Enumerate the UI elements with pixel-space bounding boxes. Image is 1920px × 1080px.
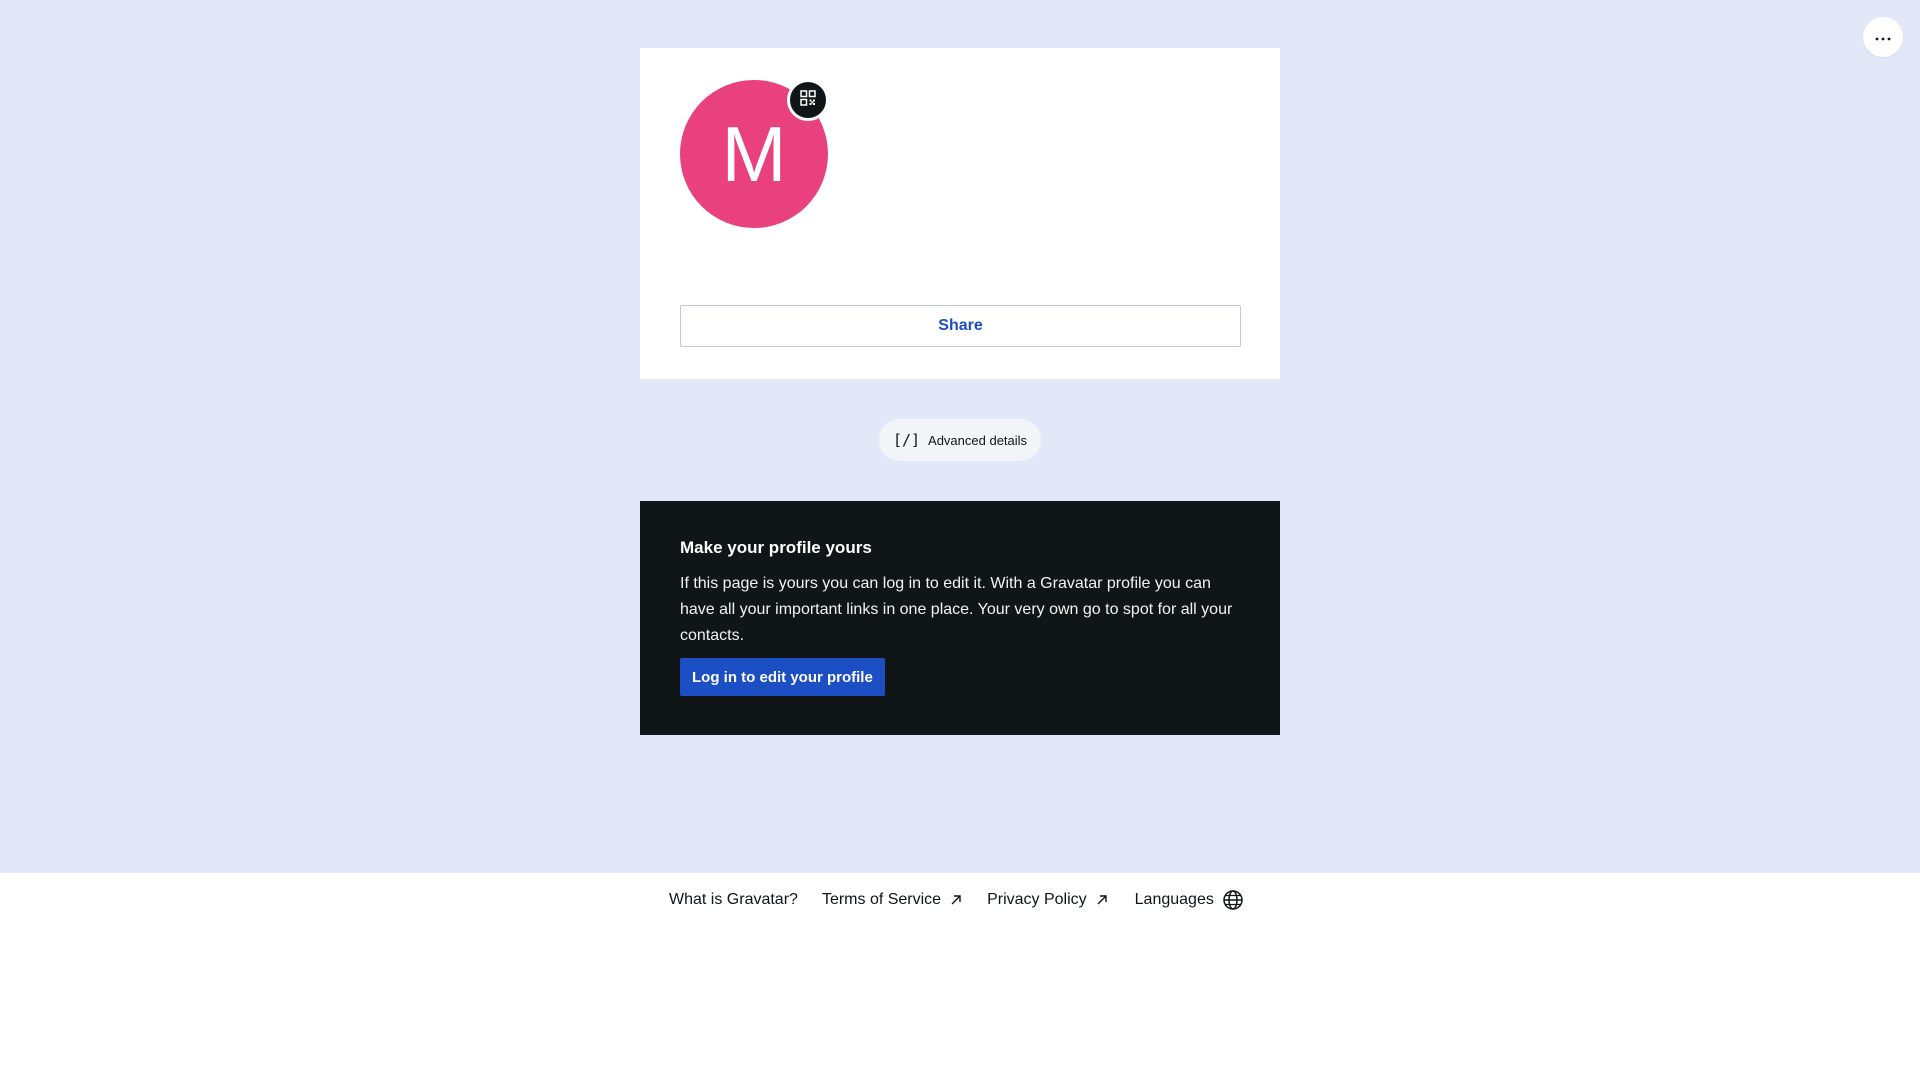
external-link-icon [1095,893,1109,907]
advanced-details-label: Advanced details [928,432,1028,448]
cta-description: If this page is yours you can log in to … [680,575,1233,644]
footer-link-what-is-gravatar[interactable]: What is Gravatar? [669,891,798,909]
globe-icon [1222,889,1244,911]
code-brackets-icon: [/] [892,431,921,449]
advanced-details-button[interactable]: [/] Advanced details [879,419,1041,461]
footer-link-label: What is Gravatar? [669,891,798,908]
footer-link-terms[interactable]: Terms of Service [822,891,963,909]
share-button[interactable]: Share [680,305,1241,347]
login-edit-profile-button[interactable]: Log in to edit your profile [680,658,885,696]
qr-code-icon [800,89,816,111]
footer-link-label: Privacy Policy [987,891,1087,908]
footer-link-label: Languages [1134,891,1214,908]
avatar-letter: M [721,110,787,198]
qr-code-button[interactable] [787,79,829,121]
footer-link-privacy[interactable]: Privacy Policy [987,891,1109,909]
claim-profile-card: Make your profile yours If this page is … [640,501,1280,735]
ellipsis-horizontal-icon [1875,28,1891,46]
footer-link-label: Terms of Service [821,891,942,908]
external-link-icon [949,893,963,907]
footer-links: What is Gravatar? Terms of Service Priva… [669,873,1244,927]
footer-link-languages[interactable]: Languages [1135,889,1244,911]
more-options-button[interactable] [1863,17,1903,57]
cta-title: Make your profile yours [680,538,872,557]
profile-card: M Share [640,48,1280,379]
footer: What is Gravatar? Terms of Service Priva… [0,873,1920,1080]
